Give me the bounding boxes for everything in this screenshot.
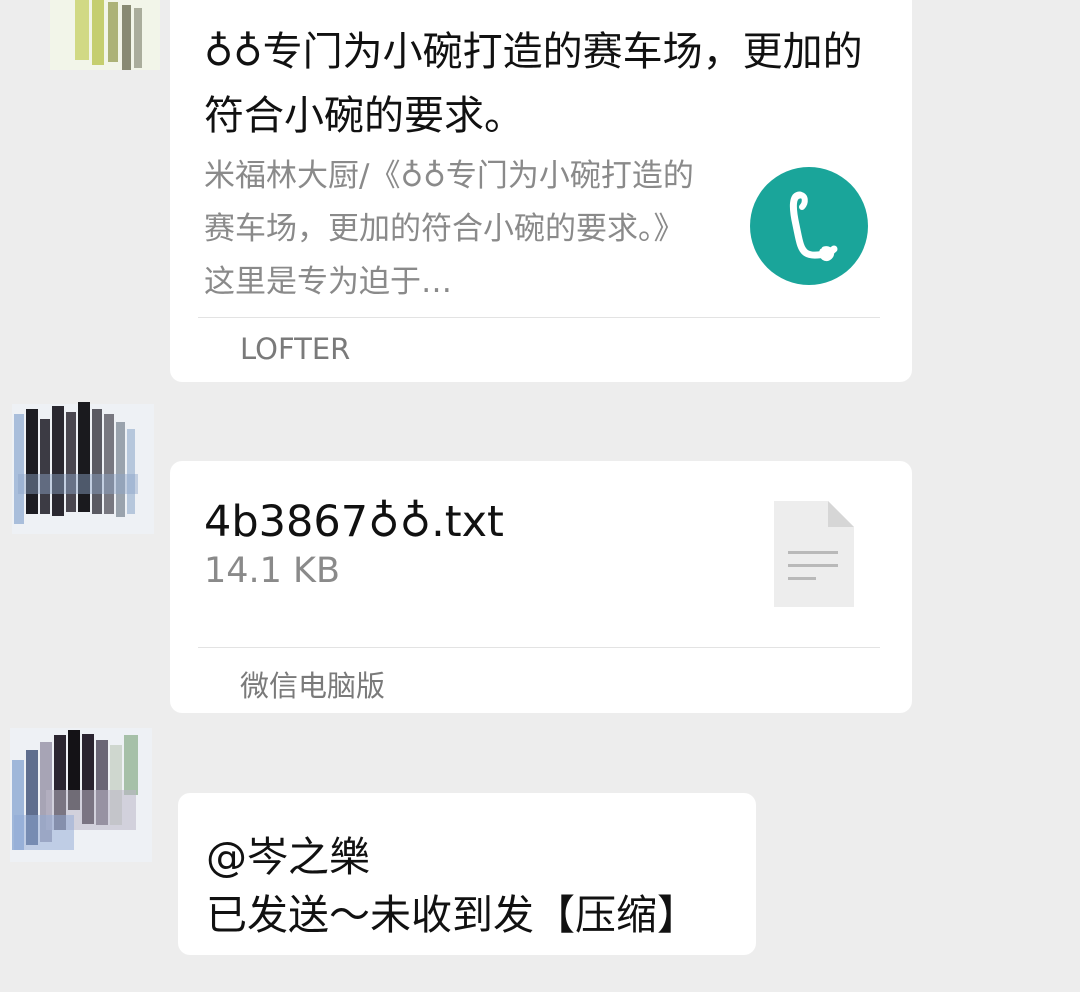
avatar-image [50,0,160,70]
sender-avatar-1[interactable] [30,0,180,80]
message-text: 已发送～未收到发【压缩】 [206,891,698,939]
sender-avatar-2[interactable] [8,394,158,544]
link-card-message[interactable]: ♁♁专门为小碗打造的赛车场，更加的符合小碗的要求。 米福林大厨/《♁♁专门为小碗… [170,0,912,382]
avatar-image [12,402,154,534]
link-card-description: 米福林大厨/《♁♁专门为小碗打造的赛车场，更加的符合小碗的要求。》这里是专为迫于… [204,158,694,300]
text-file-icon [774,501,854,607]
file-card-divider [198,647,880,648]
file-card-message[interactable]: 4b3867♁♁.txt 14.1 KB 微信电脑版 [170,461,912,713]
link-card-title: ♁♁专门为小碗打造的赛车场，更加的符合小碗的要求。 [204,29,863,139]
file-card-source: 微信电脑版 [240,669,386,703]
avatar-image [10,728,152,862]
message-mention: @岑之樂 [206,833,370,881]
lofter-logo-icon [750,167,868,285]
link-card-divider [198,317,880,318]
link-card-source: LOFTER [240,332,351,366]
sender-avatar-3[interactable] [6,720,156,870]
file-name: 4b3867♁♁.txt [204,497,504,547]
text-message[interactable]: @岑之樂 已发送～未收到发【压缩】 [178,793,756,955]
file-size: 14.1 KB [204,551,341,591]
